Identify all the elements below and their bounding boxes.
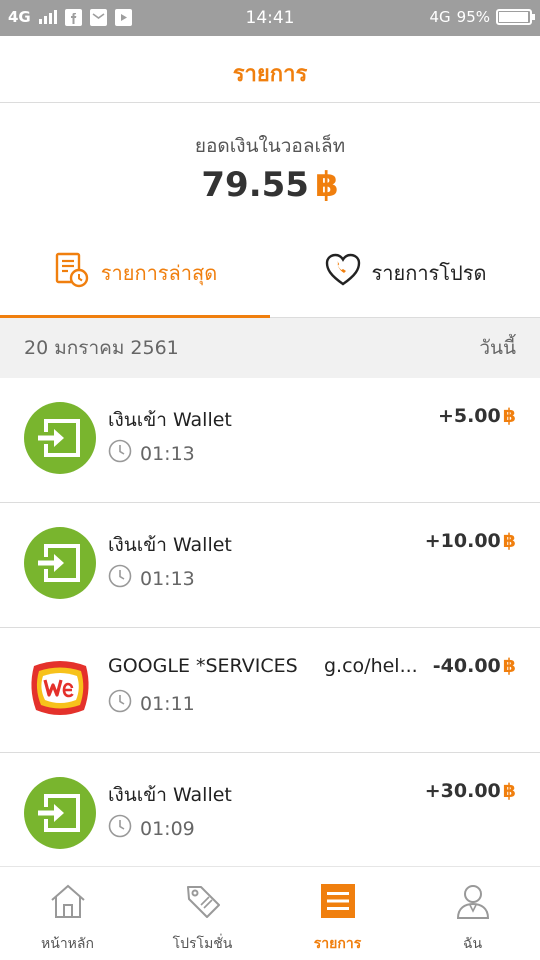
relative-day-label: วันนี้ [479, 337, 516, 359]
transaction-row[interactable]: GOOGLE *SERVICES g.co/hel... 01:11 -40.0… [0, 628, 540, 753]
wallet-in-icon [24, 402, 96, 474]
app-header: รายการ [0, 36, 540, 103]
nav-profile-label: ฉัน [462, 936, 483, 952]
tab-recent[interactable]: รายการล่าสุด [0, 228, 270, 318]
date-label: 20 มกราคม 2561 [24, 337, 179, 359]
network-type-right: 4G [429, 8, 451, 26]
transaction-time: 01:13 [108, 564, 195, 593]
transaction-amount: -40.00 ฿ [433, 655, 516, 677]
balance-amount: 79.55 [201, 165, 309, 205]
nav-home-label: หน้าหลัก [41, 936, 94, 952]
transaction-row[interactable]: เงินเข้า Wallet 01:13 +10.00 ฿ [0, 503, 540, 628]
clock-icon [108, 689, 132, 718]
transaction-amount: +10.00 ฿ [425, 530, 516, 552]
we-logo [24, 652, 96, 724]
baht-symbol: ฿ [502, 780, 516, 802]
transaction-amount: +30.00 ฿ [425, 780, 516, 802]
transaction-list: เงินเข้า Wallet 01:13 +5.00 ฿ เงินเข้า Wa… [0, 378, 540, 878]
wallet-in-icon [24, 527, 96, 599]
battery-percent: 95% [456, 8, 490, 26]
transaction-title: เงินเข้า Wallet [108, 409, 232, 431]
bottom-navigation: หน้าหลัก โปรโมชั่น รายการ ฉัน [0, 866, 540, 960]
transaction-time-text: 01:13 [140, 567, 195, 590]
amount-value: +5.00 [437, 405, 501, 427]
transaction-time: 01:13 [108, 439, 195, 468]
tab-favorites-label: รายการโปรด [371, 260, 487, 285]
transaction-time-text: 01:11 [140, 692, 195, 715]
heart-phone-icon [324, 251, 362, 294]
clock-icon [108, 439, 132, 468]
baht-symbol: ฿ [502, 655, 516, 677]
receipt-clock-icon [53, 251, 91, 294]
nav-transactions[interactable]: รายการ [270, 867, 405, 960]
transaction-row[interactable]: เงินเข้า Wallet 01:09 +30.00 ฿ [0, 753, 540, 878]
status-bar: 4G 14:41 4G 95% [0, 0, 540, 36]
tab-recent-label: รายการล่าสุด [100, 260, 218, 285]
battery-icon [496, 9, 535, 25]
tag-icon [183, 881, 223, 925]
page-title: รายการ [232, 62, 308, 87]
clock-icon [108, 814, 132, 843]
list-icon [318, 881, 358, 925]
baht-symbol: ฿ [502, 530, 516, 552]
clock-icon [108, 564, 132, 593]
transaction-row[interactable]: เงินเข้า Wallet 01:13 +5.00 ฿ [0, 378, 540, 503]
transaction-title: เงินเข้า Wallet [108, 534, 232, 556]
status-right: 4G 95% [429, 8, 535, 26]
baht-symbol: ฿ [502, 405, 516, 427]
date-header: 20 มกราคม 2561 วันนี้ [0, 318, 540, 378]
tab-favorites[interactable]: รายการโปรด [270, 228, 540, 317]
transaction-title: GOOGLE *SERVICES [108, 655, 298, 677]
wallet-balance: ยอดเงินในวอลเล็ท 79.55 ฿ [0, 103, 540, 228]
transaction-title: เงินเข้า Wallet [108, 784, 232, 806]
amount-value: +30.00 [424, 780, 501, 802]
transaction-amount: +5.00 ฿ [438, 405, 516, 427]
transaction-time-text: 01:09 [140, 817, 195, 840]
wallet-in-icon [24, 777, 96, 849]
amount-value: -40.00 [432, 655, 501, 677]
transaction-time: 01:11 [108, 689, 195, 718]
transaction-tabs: รายการล่าสุด รายการโปรด [0, 228, 540, 318]
home-icon [48, 881, 88, 925]
nav-promotions-label: โปรโมชั่น [172, 936, 233, 952]
nav-home[interactable]: หน้าหลัก [0, 867, 135, 960]
balance-label: ยอดเงินในวอลเล็ท [194, 135, 346, 157]
balance-value: 79.55 ฿ [0, 165, 540, 205]
transaction-time-text: 01:13 [140, 442, 195, 465]
nav-profile[interactable]: ฉัน [405, 867, 540, 960]
user-icon [453, 881, 493, 925]
transaction-time: 01:09 [108, 814, 195, 843]
nav-promotions[interactable]: โปรโมชั่น [135, 867, 270, 960]
battery-fill [499, 12, 528, 22]
nav-transactions-label: รายการ [313, 936, 362, 952]
transaction-merchant: g.co/hel... [324, 655, 418, 677]
amount-value: +10.00 [424, 530, 501, 552]
baht-symbol: ฿ [314, 165, 339, 205]
